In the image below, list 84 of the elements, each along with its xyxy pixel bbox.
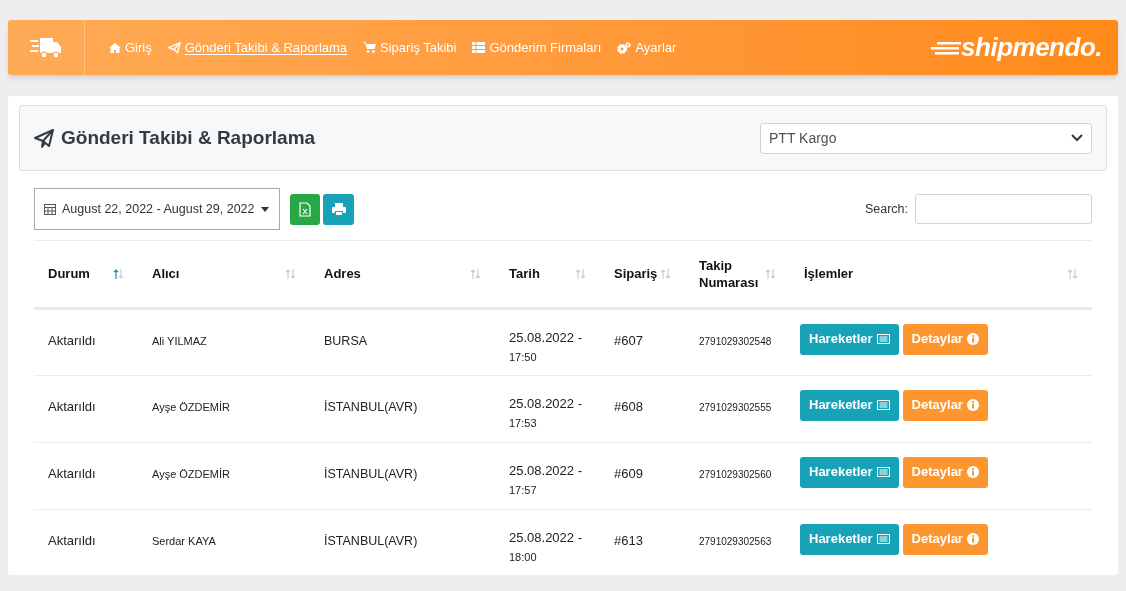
info-icon [966,533,979,545]
table-cell-text: 25.08.2022 - [509,328,583,347]
table-cell: #608 [614,398,643,414]
table-cell: İSTANBUL(AVR) [324,399,418,414]
table-cell: 2791029302563 [699,535,772,547]
table-cell: #613 [614,532,643,548]
table-cell: Aktarıldı [48,332,96,348]
details-button[interactable]: Detaylar [902,323,988,355]
home-icon [109,42,121,53]
table-cell-text: 25.08.2022 - [509,528,583,547]
sort-icon[interactable] [1067,268,1078,279]
paper-plane-icon [167,41,181,54]
table-cell: #607 [614,332,643,348]
movements-button[interactable]: Hareketler [800,323,899,355]
date-range-picker[interactable]: August 22, 2022 - August 29, 2022 [34,188,280,230]
table-cell-text: 25.08.2022 - [509,461,583,480]
details-button[interactable]: Detaylar [902,389,988,421]
table-cell: Ali YILMAZ [152,334,207,347]
gears-icon [617,41,632,54]
speed-lines-icon [931,39,962,56]
details-button[interactable]: Detaylar [902,456,988,488]
column-header[interactable]: Takip Numarası [699,256,763,291]
info-icon [966,399,979,411]
list-icon [472,42,486,53]
table-cell: İSTANBUL(AVR) [324,466,418,481]
nav-link[interactable]: Ayarlar [617,37,677,58]
table-cell-text: 25.08.2022 - [509,394,583,413]
calendar-icon [44,203,56,215]
spreadsheet-icon [299,201,311,217]
table-cell: 2791029302560 [699,468,772,480]
table-cell: 2791029302548 [699,335,772,347]
sort-icon[interactable] [660,268,671,279]
details-button[interactable]: Detaylar [902,523,988,555]
sort-icon[interactable] [113,268,124,279]
table-cell-text: 17:50 [509,350,538,365]
sort-icon[interactable] [470,268,481,279]
printer-icon [331,202,346,216]
table-cell: BURSA [324,333,368,348]
movements-button[interactable]: Hareketler [800,523,899,555]
print-button[interactable] [323,193,354,225]
movements-button[interactable]: Hareketler [800,389,899,421]
movements-button[interactable]: Hareketler [800,456,899,488]
cart-icon [363,42,377,53]
list-icon [876,400,890,410]
search-field[interactable] [915,194,1092,224]
column-header[interactable]: Sipariş [614,265,658,283]
table-cell: Aktarıldı [48,398,96,414]
list-icon [876,334,890,344]
nav-link[interactable]: Gönderim Firmaları [472,37,602,58]
sort-icon[interactable] [575,268,586,279]
info-icon [966,466,979,478]
table-cell: Ayşe ÖZDEMİR [152,467,231,480]
list-icon [876,534,890,544]
search-label: Search: [864,200,908,218]
table-cell: 2791029302555 [699,401,772,413]
column-header[interactable]: Tarih [509,265,540,283]
truck-icon[interactable] [30,36,62,59]
table-cell: #609 [614,465,643,481]
sort-icon[interactable] [285,268,296,279]
table-cell-text: 18:00 [509,550,538,565]
column-header[interactable]: İşlemler [804,265,854,283]
paper-plane-icon [34,128,54,148]
table-cell: Ayşe ÖZDEMİR [152,400,231,413]
table-cell: Aktarıldı [48,465,96,481]
caret-icon [260,206,269,212]
logo-text: shipmendo. [961,31,1102,64]
nav-link[interactable]: Giriş [109,37,152,58]
column-header[interactable]: Adres [324,265,361,283]
info-icon [966,333,979,345]
chevron-down-icon [1071,134,1083,142]
column-header[interactable]: Durum [48,265,90,283]
table-cell-text: 17:53 [509,416,538,431]
column-header[interactable]: Alıcı [152,265,180,283]
page-title: Gönderi Takibi & Raporlama [61,125,316,150]
list-icon [876,467,890,477]
nav-link[interactable]: Gönderi Takibi & Raporlama [167,37,348,58]
table-cell: İSTANBUL(AVR) [324,533,418,548]
nav-link[interactable]: Sipariş Takibi [363,37,457,58]
excel-export-button[interactable] [290,193,320,225]
table-cell: Serdar KAYA [152,534,216,547]
table-cell-text: 17:57 [509,483,538,498]
sort-icon[interactable] [765,268,776,279]
table-cell: Aktarıldı [48,532,96,548]
carrier-select[interactable]: PTT Kargo [760,122,1092,154]
